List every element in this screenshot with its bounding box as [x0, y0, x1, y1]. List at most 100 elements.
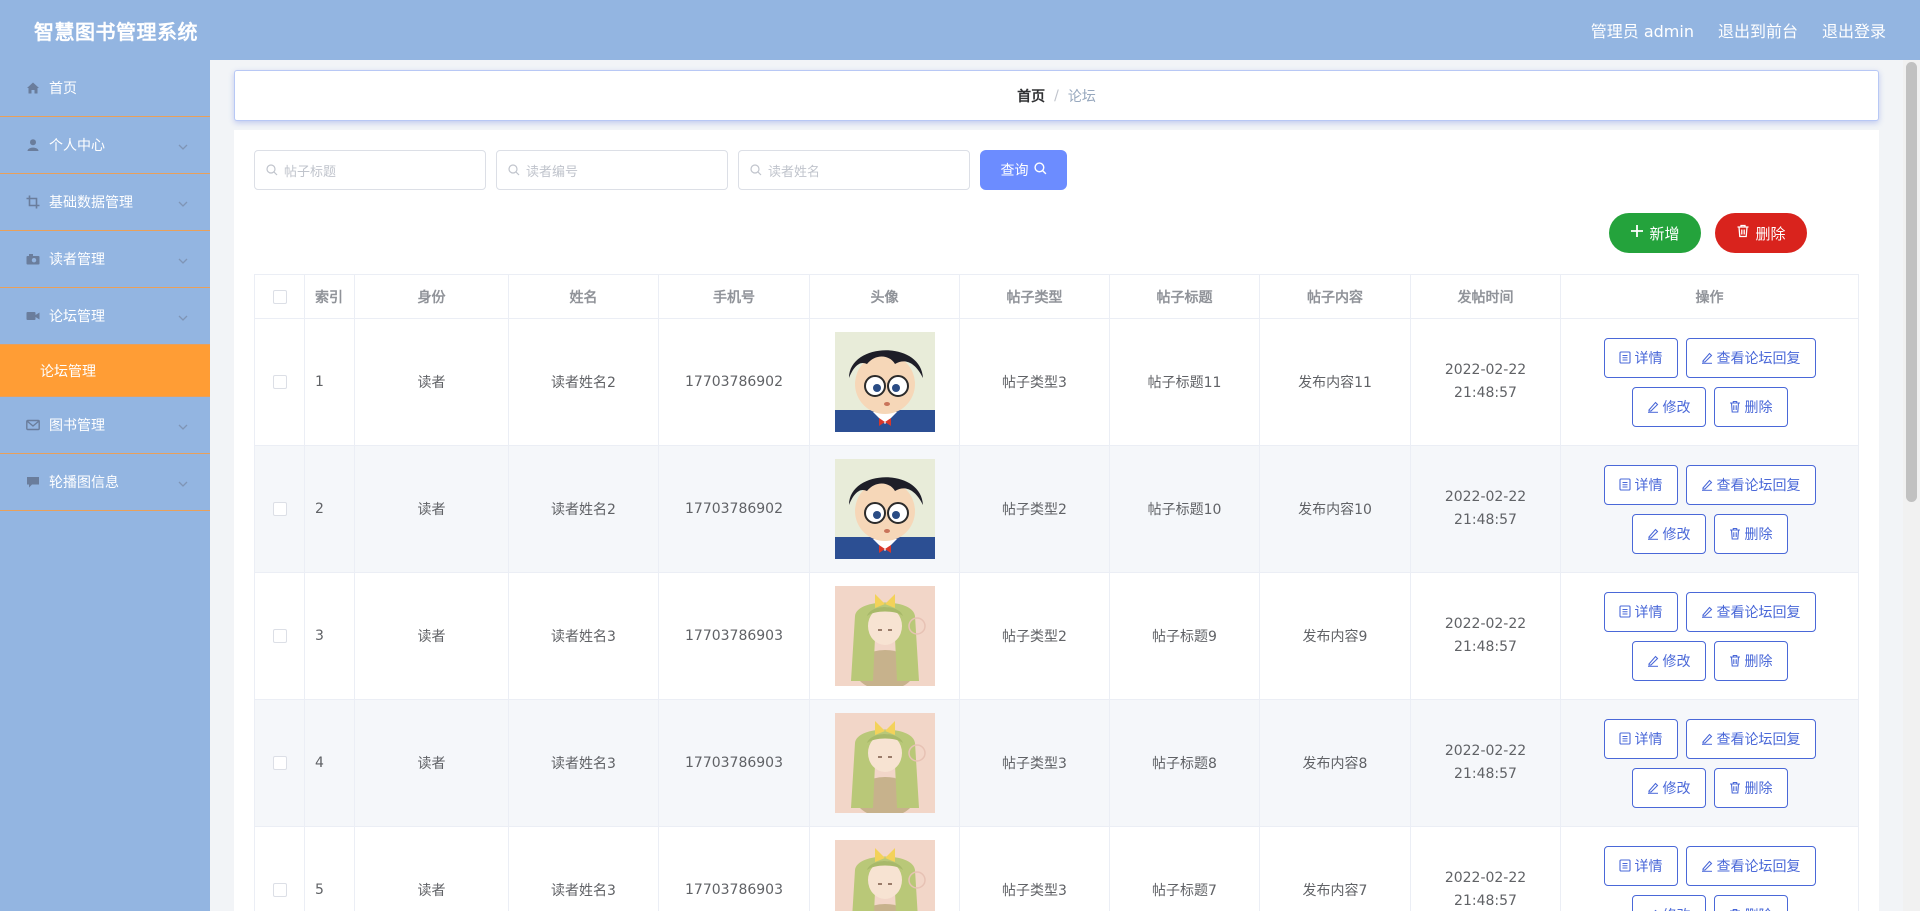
page-scrollbar[interactable]: [1903, 60, 1920, 911]
edit-button[interactable]: 修改: [1631, 767, 1706, 808]
header-title: 帖子标题: [1110, 275, 1260, 318]
chevron-down-icon: [178, 475, 188, 491]
detail-button[interactable]: 详情: [1603, 591, 1678, 632]
edit-button[interactable]: 修改: [1631, 513, 1706, 554]
header-name: 姓名: [509, 275, 659, 318]
sidebar: 首页 个人中心 基础数据管理 读者管理 论坛管理 论坛管理 图书管理 轮播图信息: [0, 60, 210, 911]
delete-label: 删除: [1744, 399, 1773, 416]
cell-type: 帖子类型3: [960, 827, 1110, 911]
row-checkbox-cell: [255, 446, 305, 572]
view-replies-button[interactable]: 查看论坛回复: [1685, 845, 1816, 886]
sidebar-item-home[interactable]: 首页: [0, 60, 210, 117]
search-icon: [750, 164, 762, 176]
sidebar-subitem-forum-management[interactable]: 论坛管理: [0, 345, 210, 397]
row-delete-button[interactable]: 删除: [1713, 513, 1788, 554]
avatar: [834, 713, 935, 813]
cell-role: 读者: [355, 827, 509, 911]
content-panel: 帖子标题 读者编号 读者姓名 查询 新增 删除 索引 身份 姓名 手机号 头像 …: [234, 130, 1879, 911]
cell-avatar: [810, 573, 960, 699]
row-checkbox-cell: [255, 573, 305, 699]
edit-button[interactable]: 修改: [1631, 386, 1706, 427]
sidebar-item-forum-management[interactable]: 论坛管理: [0, 288, 210, 345]
post-time: 2022-02-22 21:48:57: [1444, 616, 1527, 655]
add-button[interactable]: 新增: [1609, 213, 1701, 253]
plus-icon: [1630, 224, 1644, 242]
breadcrumb-home[interactable]: 首页: [1017, 86, 1045, 106]
header-phone: 手机号: [659, 275, 810, 318]
detail-button[interactable]: 详情: [1603, 845, 1678, 886]
sidebar-item-personal-center[interactable]: 个人中心: [0, 117, 210, 174]
pen-icon: [1701, 732, 1713, 745]
avatar: [834, 459, 935, 559]
cell-name: 读者姓名3: [509, 827, 659, 911]
cell-phone: 17703786903: [659, 573, 810, 699]
edit-button[interactable]: 修改: [1631, 640, 1706, 681]
row-delete-button[interactable]: 删除: [1713, 767, 1788, 808]
row-actions: 详情 查看论坛回复修改 删除: [1603, 591, 1816, 681]
cell-phone: 17703786902: [659, 446, 810, 572]
cell-title: 帖子标题9: [1110, 573, 1260, 699]
edit-button[interactable]: 修改: [1631, 894, 1706, 911]
select-all-checkbox[interactable]: [272, 289, 287, 304]
chevron-down-icon: [178, 138, 188, 154]
cell-phone: 17703786902: [659, 319, 810, 445]
cell-content: 发布内容8: [1260, 700, 1411, 826]
cell-type: 帖子类型3: [960, 700, 1110, 826]
exit-to-front-link[interactable]: 退出到前台: [1718, 18, 1798, 42]
chevron-down-icon: [178, 195, 188, 211]
header-ops: 操作: [1695, 289, 1724, 306]
batch-delete-button[interactable]: 删除: [1715, 213, 1807, 253]
app-title: 智慧图书管理系统: [34, 19, 198, 44]
logout-link[interactable]: 退出登录: [1822, 18, 1886, 42]
header-role: 身份: [355, 275, 509, 318]
cell-index: 4: [305, 700, 355, 826]
row-checkbox[interactable]: [272, 502, 287, 516]
sidebar-item-carousel-info[interactable]: 轮播图信息: [0, 454, 210, 511]
row-delete-button[interactable]: 删除: [1713, 640, 1788, 681]
avatar: [834, 332, 935, 432]
cell-role: 读者: [355, 319, 509, 445]
post-title-input[interactable]: 帖子标题: [254, 150, 486, 190]
detail-button[interactable]: 详情: [1603, 718, 1678, 759]
cell-title: 帖子标题8: [1110, 700, 1260, 826]
view-replies-button[interactable]: 查看论坛回复: [1685, 337, 1816, 378]
row-checkbox[interactable]: [272, 375, 287, 389]
header-content: 帖子内容: [1260, 275, 1411, 318]
cell-title: 帖子标题10: [1110, 446, 1260, 572]
row-delete-button[interactable]: 删除: [1713, 386, 1788, 427]
row-checkbox-cell: [255, 319, 305, 445]
reader-id-input[interactable]: 读者编号: [496, 150, 728, 190]
row-checkbox[interactable]: [272, 629, 287, 643]
view-replies-button[interactable]: 查看论坛回复: [1685, 464, 1816, 505]
sidebar-item-book-management[interactable]: 图书管理: [0, 397, 210, 454]
delete-label: 删除: [1755, 224, 1786, 243]
row-checkbox[interactable]: [272, 883, 287, 897]
document-icon: [1618, 605, 1631, 618]
cell-index: 2: [305, 446, 355, 572]
avatar: [834, 586, 935, 686]
detail-button[interactable]: 详情: [1603, 464, 1678, 505]
post-time: 2022-02-22 21:48:57: [1444, 489, 1527, 528]
detail-button[interactable]: 详情: [1603, 337, 1678, 378]
sidebar-item-reader-management[interactable]: 读者管理: [0, 231, 210, 288]
cell-index: 1: [305, 319, 355, 445]
cell-type: 帖子类型2: [960, 573, 1110, 699]
reader-name-input[interactable]: 读者姓名: [738, 150, 970, 190]
edit-label: 修改: [1662, 399, 1691, 416]
row-delete-button[interactable]: 删除: [1713, 894, 1788, 911]
cell-time: 2022-02-22 21:48:57: [1411, 446, 1561, 572]
sidebar-item-basic-data[interactable]: 基础数据管理: [0, 174, 210, 231]
row-checkbox[interactable]: [272, 756, 287, 770]
placeholder-text: 读者编号: [526, 164, 579, 180]
cell-time: 2022-02-22 21:48:57: [1411, 700, 1561, 826]
trash-icon: [1729, 781, 1741, 794]
pen-icon: [1647, 654, 1659, 667]
scrollbar-thumb[interactable]: [1906, 62, 1917, 502]
header-checkbox-cell: [255, 275, 305, 318]
view-replies-button[interactable]: 查看论坛回复: [1685, 718, 1816, 759]
mail-icon: [24, 416, 42, 434]
header-time: 发帖时间: [1411, 275, 1561, 318]
query-button[interactable]: 查询: [980, 150, 1067, 190]
view-replies-button[interactable]: 查看论坛回复: [1685, 591, 1816, 632]
delete-label: 删除: [1744, 780, 1773, 797]
